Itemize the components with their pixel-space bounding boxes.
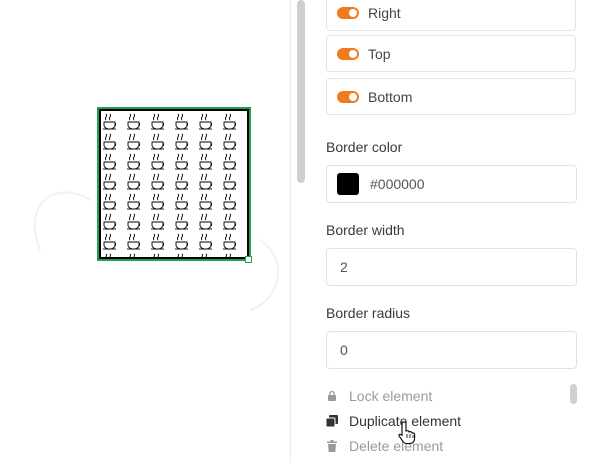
toggle-switch[interactable] <box>337 47 359 60</box>
canvas[interactable] <box>0 0 290 463</box>
duplicate-element-action[interactable]: Duplicate element <box>326 413 461 429</box>
border-color-value: #000000 <box>370 176 425 192</box>
border-width-value: 2 <box>340 259 348 275</box>
border-radius-input[interactable]: 0 <box>326 331 577 369</box>
lock-element-action[interactable]: Lock element <box>326 388 432 404</box>
color-swatch[interactable] <box>337 173 359 195</box>
delete-element-action[interactable]: Delete element <box>326 438 443 454</box>
hand-cursor-icon <box>398 421 416 445</box>
border-radius-value: 0 <box>340 342 348 358</box>
toggle-switch[interactable] <box>337 6 359 19</box>
toggle-label: Top <box>368 45 391 62</box>
border-color-field[interactable]: #000000 <box>326 165 577 203</box>
border-radius-label: Border radius <box>326 305 411 321</box>
toggle-row-right[interactable]: Right <box>326 0 576 31</box>
canvas-scrollbar[interactable] <box>297 0 305 183</box>
duplicate-icon <box>326 415 338 427</box>
panel-divider <box>290 0 291 463</box>
delete-element-label: Delete element <box>349 438 444 454</box>
border-width-label: Border width <box>326 222 405 238</box>
trash-icon <box>326 440 338 452</box>
selected-image-element[interactable] <box>97 107 251 261</box>
coffee-pattern-image <box>101 111 247 257</box>
toggle-row-bottom[interactable]: Bottom <box>326 78 576 115</box>
border-color-label: Border color <box>326 139 403 155</box>
panel-scrollbar[interactable] <box>570 384 577 404</box>
toggle-label: Bottom <box>368 88 413 105</box>
lock-icon <box>326 390 338 402</box>
toggle-row-top[interactable]: Top <box>326 35 576 72</box>
properties-panel: Right Top Bottom Border color #000000 Bo… <box>313 0 591 463</box>
border-width-input[interactable]: 2 <box>326 248 577 286</box>
lock-element-label: Lock element <box>349 388 433 404</box>
toggle-label: Right <box>368 4 401 21</box>
toggle-switch[interactable] <box>337 90 359 103</box>
resize-handle[interactable] <box>245 256 252 263</box>
